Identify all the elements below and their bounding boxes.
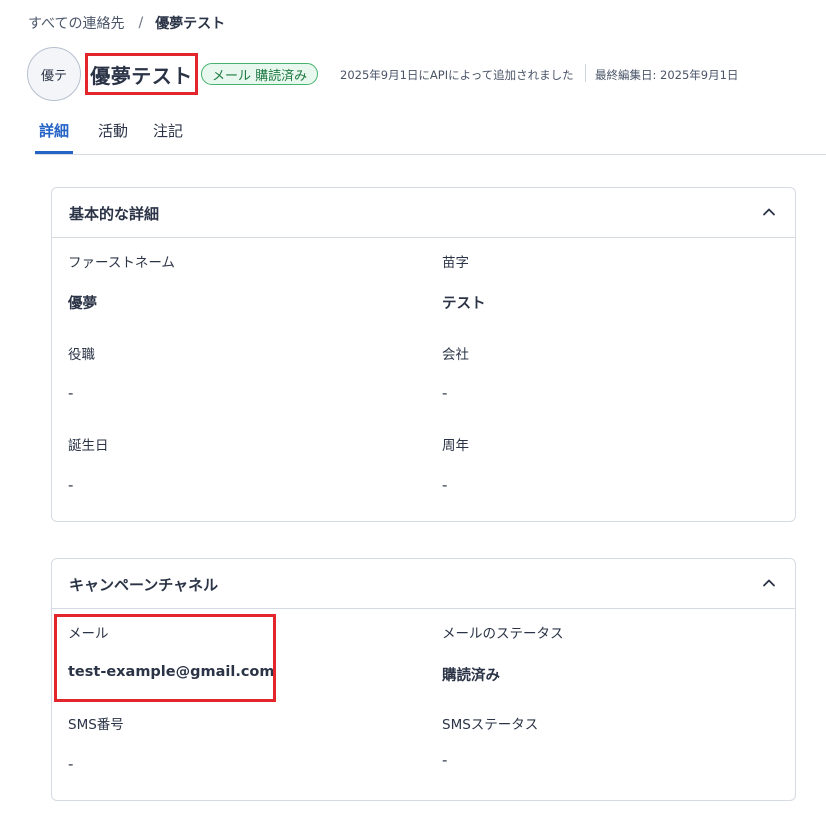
sms-status-value: - bbox=[442, 751, 448, 769]
job-title-label: 役職 bbox=[68, 347, 95, 363]
contact-name: 優夢テスト bbox=[90, 63, 193, 88]
email-status-label: メールのステータス bbox=[442, 626, 564, 642]
email-subscribed-badge: メール 購読済み bbox=[201, 63, 319, 85]
email-status-value: 購読済み bbox=[442, 668, 500, 684]
company-value: - bbox=[442, 384, 448, 402]
chevron-up-icon[interactable] bbox=[761, 575, 777, 591]
breadcrumb: すべての連絡先 / 優夢テスト bbox=[28, 13, 225, 33]
email-highlight bbox=[54, 614, 276, 702]
chevron-up-icon[interactable] bbox=[761, 204, 777, 220]
breadcrumb-separator: / bbox=[138, 15, 144, 31]
job-title-value: - bbox=[68, 384, 74, 402]
tabs-divider bbox=[35, 154, 826, 155]
added-info: 2025年9月1日にAPIによって追加されました bbox=[340, 68, 574, 82]
birthday-value: - bbox=[68, 476, 74, 494]
first-name-label: ファーストネーム bbox=[68, 255, 175, 271]
meta-divider bbox=[585, 64, 586, 82]
avatar: 優テ bbox=[27, 47, 81, 101]
campaign-channels-title: キャンペーンチャネル bbox=[69, 576, 219, 594]
sms-number-label: SMS番号 bbox=[68, 717, 124, 733]
basic-details-header[interactable]: 基本的な詳細 bbox=[52, 188, 795, 238]
sms-number-value: - bbox=[68, 755, 74, 773]
last-edited-info: 最終編集日: 2025年9月1日 bbox=[595, 68, 739, 82]
anniversary-value: - bbox=[442, 476, 448, 494]
tab-notes[interactable]: 注記 bbox=[153, 118, 183, 154]
tab-details[interactable]: 詳細 bbox=[35, 118, 74, 154]
anniversary-label: 周年 bbox=[442, 438, 469, 454]
last-name-value: テスト bbox=[442, 296, 486, 312]
campaign-channels-header[interactable]: キャンペーンチャネル bbox=[52, 559, 795, 609]
tab-activity[interactable]: 活動 bbox=[98, 118, 128, 154]
sms-status-label: SMSステータス bbox=[442, 717, 539, 733]
basic-details-card: 基本的な詳細 ファーストネーム 優夢 苗字 テスト 役職 - 会社 - 誕生日 … bbox=[51, 187, 796, 522]
last-name-label: 苗字 bbox=[442, 255, 469, 271]
company-label: 会社 bbox=[442, 347, 469, 363]
basic-details-title: 基本的な詳細 bbox=[69, 205, 160, 223]
breadcrumb-all-contacts-link[interactable]: すべての連絡先 bbox=[28, 13, 124, 33]
birthday-label: 誕生日 bbox=[68, 438, 109, 454]
contact-name-highlight: 優夢テスト bbox=[85, 53, 198, 95]
first-name-value: 優夢 bbox=[68, 296, 97, 312]
tab-bar: 詳細 活動 注記 bbox=[35, 118, 208, 154]
breadcrumb-current: 優夢テスト bbox=[155, 16, 226, 32]
